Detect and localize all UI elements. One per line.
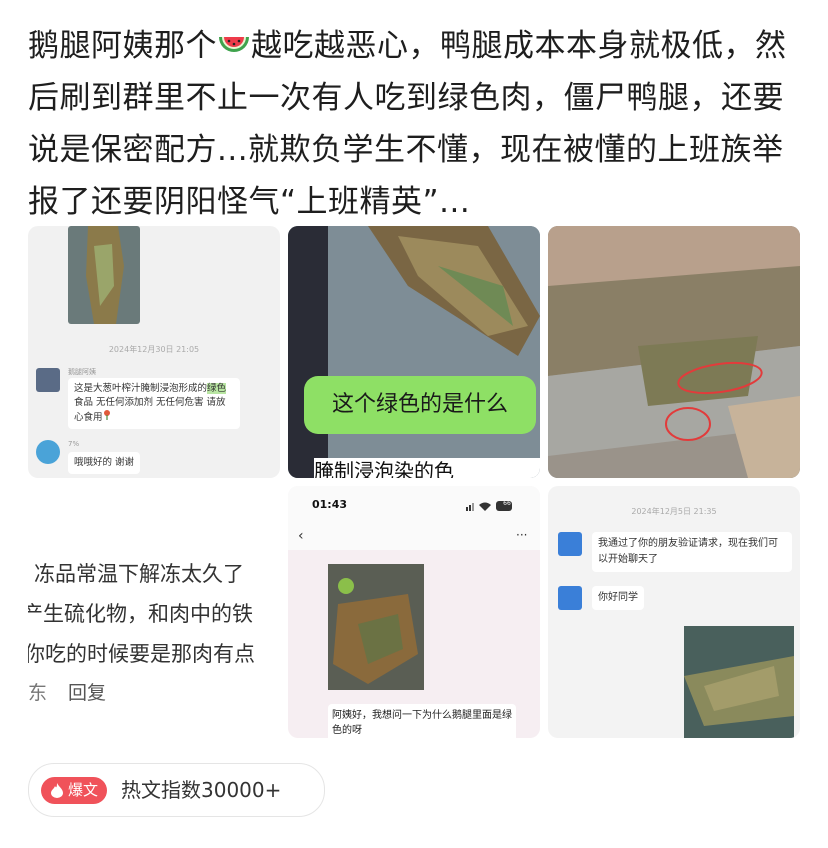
fire-icon: [51, 783, 63, 798]
back-arrow-icon[interactable]: ‹: [298, 528, 304, 544]
chat-timestamp: 2024年12月5日 21:35: [631, 507, 717, 516]
comment-line-1: 冻品常温下解冻太久了: [34, 562, 244, 586]
hot-article-badge[interactable]: 爆文 热文指数30000+: [28, 763, 325, 817]
hot-index-text: 热文指数30000+: [121, 778, 282, 802]
image-2-duck-closeup[interactable]: 这个绿色的是什么 腌制浸泡染的色: [288, 226, 540, 478]
green-question-banner: 这个绿色的是什么: [304, 376, 536, 434]
hot-label-pill: 爆文: [41, 777, 107, 804]
seller-avatar: [558, 532, 582, 556]
more-options-icon[interactable]: ···: [516, 528, 527, 542]
image-4-comment-crop[interactable]: 冻品常温下解冻太久了 产生硫化物，和肉中的铁 你吃的时候要是那肉有点 东 回复: [28, 486, 280, 738]
student-name: 7%: [68, 440, 80, 448]
image-6-chat-screenshot[interactable]: 2024年12月5日 21:35 我通过了你的朋友验证请求，现在我们可以开始聊天…: [548, 486, 800, 738]
image-5-phone-chat[interactable]: 01:43 66 ‹ ··· 阿姨好，我想问一下为什么鹅腿里面是绿色的呀: [288, 486, 540, 738]
watermelon-icon: [219, 37, 249, 52]
battery-level: 66: [503, 500, 511, 507]
friend-accept-message: 我通过了你的朋友验证请求，现在我们可以开始聊天了: [592, 532, 792, 572]
duck-leg-photo: [68, 226, 140, 324]
comment-reply-link[interactable]: 回复: [68, 678, 106, 705]
chat-timestamp: 2024年12月30日 21:05: [108, 345, 200, 354]
hot-label-text: 爆文: [68, 781, 99, 799]
image-3-circled-meat[interactable]: [548, 226, 800, 478]
seller-message: 这是大葱叶榨汁腌制浸泡形成的绿色食品 无任何添加剂 无任何危害 请放心食用: [68, 378, 240, 429]
subtitle-text: 腌制浸泡染的色: [314, 458, 540, 478]
duck-meat-photo: [288, 226, 540, 478]
post-body-text: 鹅腿阿姨那个 越吃越恶心，鸭腿成本本身就极低，然后刷到群里不止一次有人吃到绿色肉，…: [28, 20, 808, 228]
comment-line-2: 产生硫化物，和肉中的铁: [28, 602, 253, 626]
seller-avatar: [36, 368, 60, 392]
comment-line-3: 你吃的时候要是那肉有点: [28, 642, 255, 666]
phone-status-bar: [288, 486, 540, 550]
greeting-message: 你好同学: [592, 586, 644, 610]
student-question-message: 阿姨好，我想问一下为什么鹅腿里面是绿色的呀: [328, 704, 516, 738]
post-text-part1: 鹅腿阿姨那个: [28, 28, 217, 64]
meat-photo: [548, 226, 800, 478]
image-1-chat-screenshot[interactable]: 2024年12月30日 21:05 鹅腿阿姨 这是大葱叶榨汁腌制浸泡形成的绿色食…: [28, 226, 280, 478]
status-time: 01:43: [312, 498, 348, 511]
flower-icon: [103, 410, 110, 420]
seller-avatar: [558, 586, 582, 610]
student-avatar: [36, 440, 60, 464]
student-reply: 哦哦好的 谢谢: [68, 452, 141, 474]
seller-name: 鹅腿阿姨: [68, 368, 96, 376]
comment-location: 东: [28, 682, 48, 704]
image-grid: 2024年12月30日 21:05 鹅腿阿姨 这是大葱叶榨汁腌制浸泡形成的绿色食…: [28, 226, 800, 738]
duck-leg-photo: [328, 564, 424, 690]
duck-leg-photo: [684, 626, 794, 738]
